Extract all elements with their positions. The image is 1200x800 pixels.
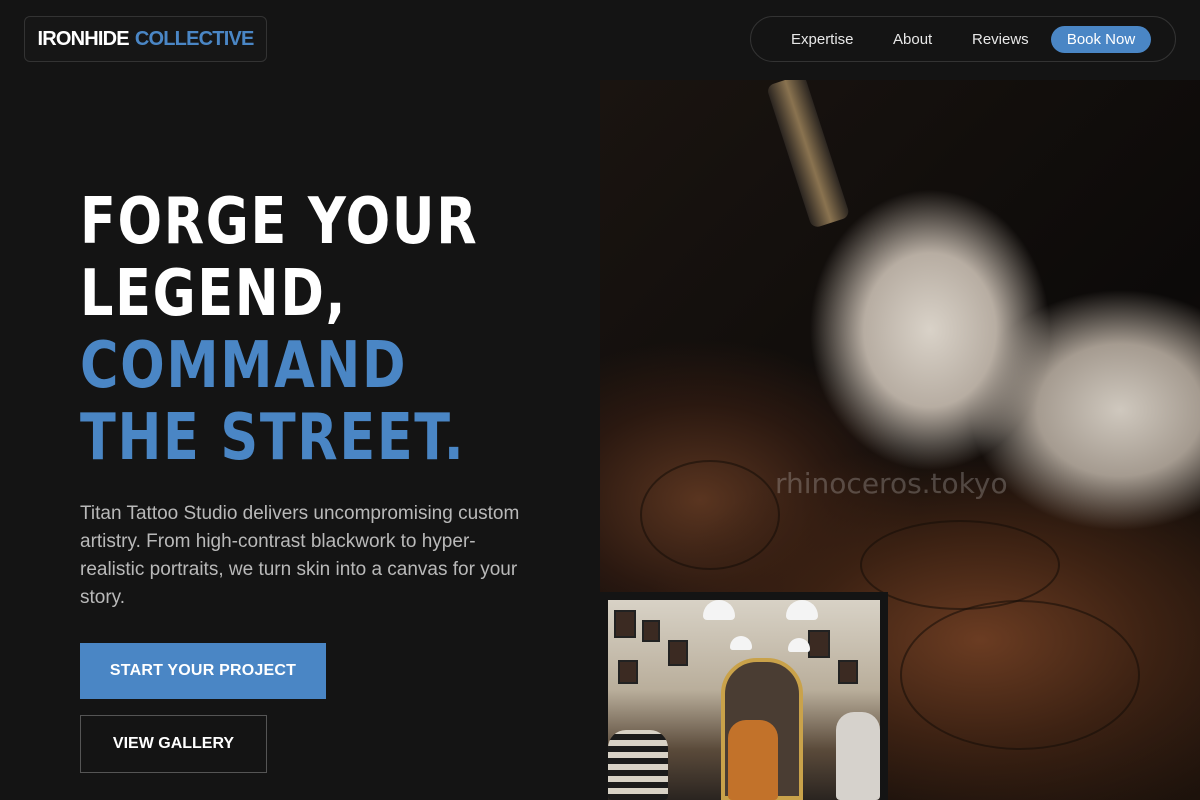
wall-art-frame xyxy=(668,640,688,666)
brand-name-part2: COLLECTIVE xyxy=(134,27,254,50)
artist-figure xyxy=(836,712,880,800)
photo-watermark: rhinoceros.tokyo xyxy=(775,467,1008,500)
studio-interior-photo xyxy=(608,600,880,800)
headline-line-2: LEGEND, xyxy=(80,257,348,331)
nav-link-expertise[interactable]: Expertise xyxy=(791,31,854,48)
brand-name-part1: IRONHIDE xyxy=(37,27,129,50)
headline-accent-line-1: COMMAND xyxy=(80,329,408,403)
wall-art-frame xyxy=(618,660,638,684)
tattoo-ink-shape xyxy=(640,460,780,570)
tattoo-ink-shape xyxy=(900,600,1140,750)
headline-line-1: FORGE YOUR xyxy=(80,185,479,259)
wall-art-frame xyxy=(838,660,858,684)
hero-headline: FORGE YOUR LEGEND, COMMAND THE STREET. xyxy=(80,186,490,474)
headline-accent-line-2: THE STREET. xyxy=(80,401,466,475)
brand-logo[interactable]: IRONHIDE COLLECTIVE xyxy=(24,16,267,62)
client-figure xyxy=(728,720,778,800)
wall-art-frame xyxy=(808,630,830,658)
nav-link-reviews[interactable]: Reviews xyxy=(972,31,1029,48)
hero-description: Titan Tattoo Studio delivers uncompromis… xyxy=(80,503,520,608)
nav-link-about[interactable]: About xyxy=(893,31,932,48)
wall-art-frame xyxy=(642,620,660,642)
book-now-button[interactable]: Book Now xyxy=(1051,26,1151,53)
tattoo-machine-shape xyxy=(765,80,851,229)
tattoo-ink-shape xyxy=(860,520,1060,610)
view-gallery-button[interactable]: VIEW GALLERY xyxy=(80,715,267,773)
ceiling-lamp xyxy=(788,638,810,652)
ceiling-lamp xyxy=(703,600,735,620)
ceiling-lamp xyxy=(786,600,818,620)
tattoo-artist-figure xyxy=(608,730,668,800)
start-project-button[interactable]: START YOUR PROJECT xyxy=(80,643,326,699)
ceiling-lamp xyxy=(730,636,752,650)
wall-art-frame xyxy=(614,610,636,638)
top-navigation: Expertise About Reviews Book Now xyxy=(750,16,1176,62)
